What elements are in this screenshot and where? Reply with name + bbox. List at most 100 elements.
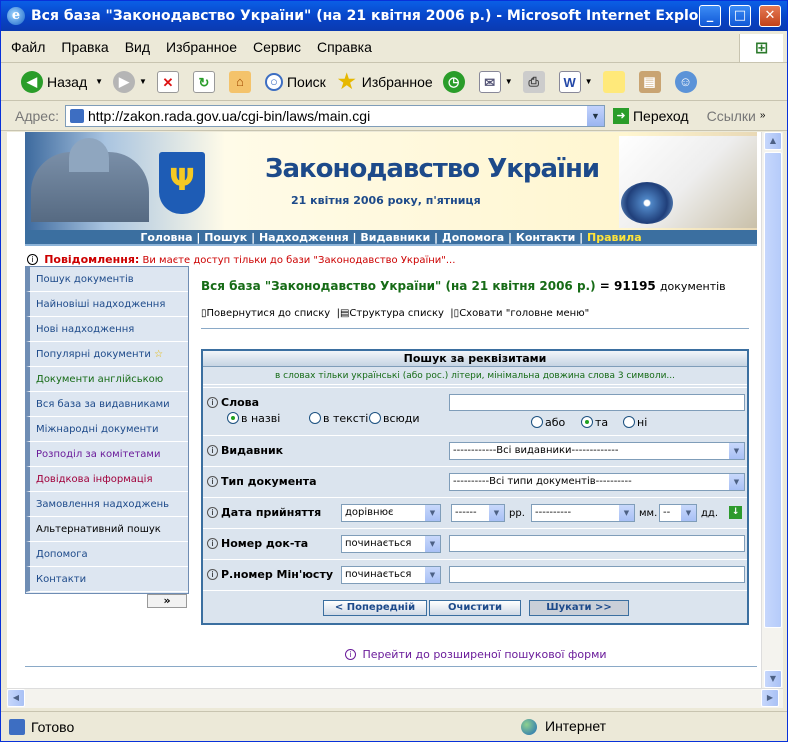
day-unit: дд.	[701, 508, 719, 519]
home-button[interactable]: ⌂	[228, 70, 255, 93]
doctype-select[interactable]: ----------Всі типи документів---------- ▼	[449, 473, 745, 491]
back-dropdown-icon[interactable]: ▼	[95, 77, 103, 86]
history-button[interactable]: ◷	[442, 70, 469, 93]
logic-or-radio[interactable]: або	[531, 416, 565, 429]
scope-title-radio[interactable]: в назві	[227, 412, 280, 425]
scroll-up-icon[interactable]: ▲	[764, 132, 782, 150]
menu-help[interactable]: Справка	[317, 39, 372, 55]
sidebar-item-search-docs[interactable]: Пошук документів	[26, 267, 188, 292]
scope-text-radio[interactable]: в тексті	[309, 412, 368, 425]
search-submit-button[interactable]: Шукати >>	[529, 600, 629, 616]
sidebar-item-committees[interactable]: Розподіл за комітетами	[26, 442, 188, 467]
vertical-scrollbar[interactable]: ▲ ▼	[761, 132, 783, 688]
menu-favorites[interactable]: Избранное	[166, 39, 237, 55]
close-button[interactable]: ✕	[759, 5, 781, 27]
regnum-input[interactable]	[449, 566, 745, 583]
go-arrow-icon[interactable]: ➜	[612, 107, 629, 124]
menu-tools[interactable]: Сервис	[253, 39, 301, 55]
number-label-text: Номер док-та	[221, 537, 309, 550]
calendar-down-arrow-icon[interactable]: ↓	[729, 506, 742, 519]
date-year-select[interactable]: ------ ▼	[451, 504, 505, 522]
research-button[interactable]: ▤	[638, 70, 665, 93]
menu-view[interactable]: Вид	[125, 39, 150, 55]
maximize-button[interactable]: □	[729, 5, 751, 27]
scroll-down-icon[interactable]: ▼	[764, 670, 782, 688]
menu-file[interactable]: Файл	[11, 39, 45, 55]
clear-button[interactable]: Очистити	[429, 600, 521, 616]
words-label-text: Слова	[221, 396, 260, 409]
print-button[interactable]: ⎙	[522, 70, 549, 93]
words-input[interactable]	[449, 394, 745, 411]
sidebar-item-popular[interactable]: Популярні документи ☆	[26, 342, 188, 367]
back-to-list-link[interactable]: Повернутися до списку	[207, 308, 331, 319]
sidebar-more-button[interactable]: »	[147, 594, 187, 608]
doctype-row: i Тип документа ----------Всі типи докуме…	[203, 466, 747, 497]
refresh-button[interactable]: ↻	[192, 70, 219, 93]
nav-home[interactable]: Головна	[140, 231, 192, 244]
sidebar-item-help[interactable]: Допомога	[26, 542, 188, 567]
word-icon: W	[558, 70, 581, 93]
search-button[interactable]: ○ Поиск	[264, 72, 326, 91]
go-button[interactable]: Переход	[633, 108, 689, 124]
site-banner: Ψ Законодавство України 21 квітня 2006 р…	[25, 132, 757, 230]
date-day-select[interactable]: -- ▼	[659, 504, 697, 522]
form-hint: в словах тільки українські (або рос.) лі…	[203, 367, 747, 385]
number-input[interactable]	[449, 535, 745, 552]
scroll-right-icon[interactable]: ▶	[761, 689, 779, 707]
advanced-search-link[interactable]: Перейти до розширеної пошукової форми	[363, 648, 607, 661]
forward-button[interactable]: ▶ ▼	[113, 70, 147, 93]
nav-arrivals[interactable]: Надходження	[259, 231, 349, 244]
chevron-down-icon: ▼	[425, 536, 440, 552]
back-button[interactable]: ◀ Назад ▼	[21, 70, 103, 93]
edit-dropdown-icon[interactable]: ▼	[585, 77, 593, 86]
sidebar-item-newest[interactable]: Найновіші надходження	[26, 292, 188, 317]
nav-contacts[interactable]: Контакти	[516, 231, 576, 244]
sidebar-item-alternative[interactable]: Альтернативний пошук	[26, 517, 188, 542]
list-structure-link[interactable]: Структура списку	[349, 308, 444, 319]
sidebar-item-order[interactable]: Замовлення надходжень	[26, 492, 188, 517]
messenger-button[interactable]: ☺	[674, 70, 701, 93]
forward-arrow-icon: ▶	[113, 70, 136, 93]
sidebar-item-reference[interactable]: Довідкова інформація	[26, 467, 188, 492]
nav-rules[interactable]: Правила	[587, 231, 642, 244]
previous-button[interactable]: < Попередній	[323, 600, 427, 616]
mail-button[interactable]: ✉ ▼	[478, 70, 513, 93]
buttons-row: < Попередній Очистити Шукати >>	[203, 590, 747, 623]
sidebar-item-international[interactable]: Міжнародні документи	[26, 417, 188, 442]
date-month-select[interactable]: ---------- ▼	[531, 504, 635, 522]
menu-edit[interactable]: Правка	[61, 39, 108, 55]
sidebar-item-new[interactable]: Нові надходження	[26, 317, 188, 342]
sidebar-item-english[interactable]: Документи англійською	[26, 367, 188, 392]
stop-icon: ✕	[156, 70, 179, 93]
nav-help[interactable]: Допомога	[442, 231, 504, 244]
sidebar-item-by-publisher[interactable]: Вся база за видавниками	[26, 392, 188, 417]
scroll-left-icon[interactable]: ◀	[7, 689, 25, 707]
logic-and-radio[interactable]: та	[581, 416, 608, 429]
date-compare-select[interactable]: дорівнює ▼	[341, 504, 441, 522]
nav-publishers[interactable]: Видавники	[360, 231, 430, 244]
stop-button[interactable]: ✕	[156, 70, 183, 93]
number-compare-select[interactable]: починається ▼	[341, 535, 441, 553]
links-chevron-icon[interactable]: »	[760, 110, 766, 121]
scope-text-label: в тексті	[323, 412, 369, 425]
address-input[interactable]: http://zakon.rada.gov.ua/cgi-bin/laws/ma…	[64, 104, 605, 127]
edit-button[interactable]: W ▼	[558, 70, 593, 93]
sidebar-item-contacts[interactable]: Контакти	[26, 567, 188, 592]
site-title: Законодавство України	[265, 154, 600, 184]
forward-dropdown-icon[interactable]: ▼	[139, 77, 147, 86]
discuss-button[interactable]	[602, 70, 629, 93]
horizontal-scrollbar[interactable]: ◀ ▶	[7, 688, 783, 708]
hide-menu-link[interactable]: Сховати "головне меню"	[459, 308, 589, 319]
logic-not-radio[interactable]: ні	[623, 416, 647, 429]
scroll-thumb[interactable]	[764, 152, 782, 628]
chevron-down-icon: ▼	[489, 505, 504, 521]
nav-search[interactable]: Пошук	[204, 231, 247, 244]
scope-all-radio[interactable]: всюди	[369, 412, 420, 425]
links-label[interactable]: Ссылки	[707, 108, 756, 124]
address-dropdown-icon[interactable]: ▼	[586, 105, 604, 126]
favorites-button[interactable]: ★ Избранное	[336, 71, 433, 93]
publisher-select[interactable]: ------------Всі видавники------------- ▼	[449, 442, 745, 460]
regnum-compare-select[interactable]: починається ▼	[341, 566, 441, 584]
minimize-button[interactable]: _	[699, 5, 721, 27]
mail-dropdown-icon[interactable]: ▼	[505, 77, 513, 86]
